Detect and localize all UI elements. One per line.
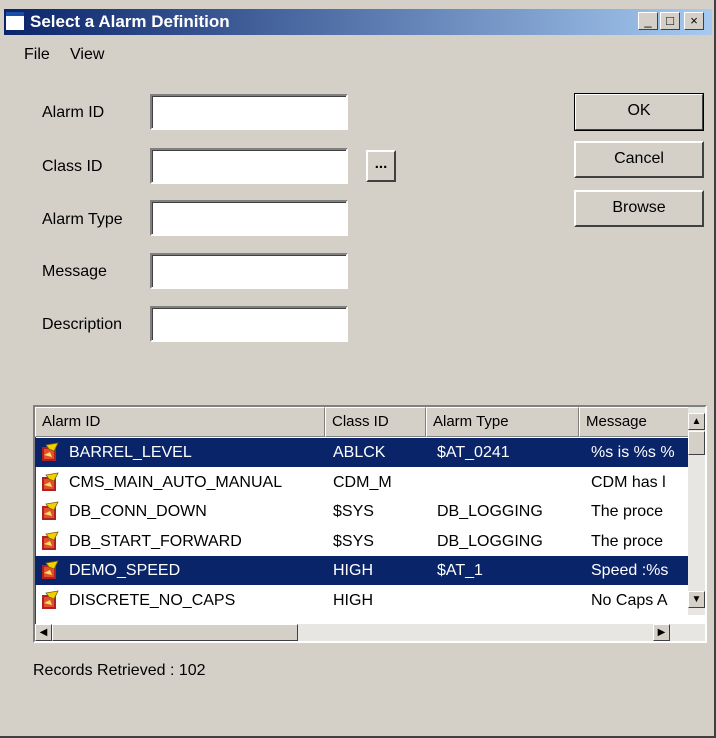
list-header: Alarm ID Class ID Alarm Type Message	[35, 407, 695, 437]
message-label: Message	[42, 263, 107, 280]
title-bar[interactable]: Select a Alarm Definition _ □ ×	[4, 9, 712, 35]
records-status: Records Retrieved : 102	[33, 662, 206, 679]
horizontal-scrollbar[interactable]: ◀ ▶	[35, 624, 705, 641]
alarm-definition-icon	[42, 471, 59, 491]
window-icon	[6, 12, 24, 30]
message-input[interactable]	[150, 253, 348, 289]
table-row[interactable]: DB_CONN_DOWN $SYS DB_LOGGING The proce	[35, 497, 690, 526]
cell-message: The proce	[591, 503, 664, 520]
vertical-scroll-thumb[interactable]	[688, 431, 705, 455]
cell-class-id: HIGH	[333, 591, 373, 609]
scroll-right-arrow-icon[interactable]: ▶	[653, 624, 670, 641]
alarm-type-input[interactable]	[150, 200, 348, 236]
cell-alarm-id: DB_START_FORWARD	[69, 532, 242, 550]
table-row[interactable]: BARREL_LEVEL ABLCK $AT_0241 %s is %s %	[35, 438, 690, 467]
cell-alarm-type: DB_LOGGING	[437, 532, 543, 550]
cell-message: CDM has l	[591, 473, 666, 491]
cell-alarm-type	[437, 586, 585, 615]
column-header-alarm-type[interactable]: Alarm Type	[426, 407, 579, 437]
cell-alarm-type: $AT_1	[437, 562, 483, 579]
menu-view[interactable]: View	[70, 46, 104, 64]
cell-alarm-type: $AT_0241	[437, 444, 510, 461]
browse-button[interactable]: Browse	[574, 190, 704, 227]
table-row[interactable]: DEMO_SPEED HIGH $AT_1 Speed :%s	[35, 556, 690, 585]
alarm-definition-icon	[42, 530, 59, 550]
cell-alarm-type	[437, 468, 585, 497]
column-header-class-id[interactable]: Class ID	[325, 407, 426, 437]
cancel-button[interactable]: Cancel	[574, 141, 704, 178]
alarm-definition-icon	[42, 589, 59, 609]
column-header-alarm-id[interactable]: Alarm ID	[35, 407, 325, 437]
scroll-left-arrow-icon[interactable]: ◀	[35, 624, 52, 641]
alarm-id-input[interactable]	[150, 94, 348, 130]
cell-message: No Caps A	[591, 591, 668, 609]
cell-class-id: ABLCK	[333, 444, 386, 461]
cell-class-id: HIGH	[333, 562, 373, 579]
ok-button[interactable]: OK	[574, 93, 704, 131]
cell-alarm-id: DISCRETE_NO_CAPS	[69, 591, 236, 609]
table-row[interactable]: CMS_MAIN_AUTO_MANUAL CDM_M CDM has l	[35, 468, 690, 497]
horizontal-scroll-thumb[interactable]	[52, 624, 298, 641]
vertical-scrollbar[interactable]: ▲ ▼	[688, 407, 705, 615]
alarm-definition-icon	[42, 501, 59, 520]
cell-class-id: $SYS	[333, 503, 374, 520]
table-row[interactable]: DB_START_FORWARD $SYS DB_LOGGING The proce	[35, 527, 690, 556]
table-row[interactable]: DISCRETE_NO_CAPS HIGH No Caps A	[35, 586, 690, 615]
column-header-message[interactable]: Message	[579, 407, 695, 437]
class-id-label: Class ID	[42, 158, 103, 175]
cell-message: %s is %s %	[591, 444, 675, 461]
close-button[interactable]: ×	[684, 12, 704, 30]
cell-message: Speed :%s	[591, 562, 669, 579]
alarm-list[interactable]: Alarm ID Class ID Alarm Type Message BAR…	[33, 405, 707, 643]
cell-alarm-id: BARREL_LEVEL	[69, 444, 192, 461]
scroll-up-arrow-icon[interactable]: ▲	[688, 413, 705, 430]
cell-alarm-id: CMS_MAIN_AUTO_MANUAL	[69, 473, 283, 491]
maximize-button[interactable]: □	[660, 12, 680, 30]
description-input[interactable]	[150, 306, 348, 342]
cell-class-id: CDM_M	[333, 473, 392, 491]
menu-bar: File View	[0, 44, 700, 68]
cell-alarm-id: DB_CONN_DOWN	[69, 503, 207, 520]
cell-alarm-id: DEMO_SPEED	[69, 562, 181, 579]
menu-file[interactable]: File	[24, 46, 50, 64]
cell-alarm-type: DB_LOGGING	[437, 503, 543, 520]
cell-message: The proce	[591, 532, 664, 550]
class-id-browse-button[interactable]: ...	[366, 150, 396, 182]
alarm-definition-icon	[42, 442, 59, 461]
alarm-id-label: Alarm ID	[42, 104, 105, 121]
cell-class-id: $SYS	[333, 532, 374, 550]
window-title: Select a Alarm Definition	[30, 12, 230, 31]
scroll-down-arrow-icon[interactable]: ▼	[688, 591, 705, 608]
alarm-type-label: Alarm Type	[42, 211, 123, 228]
class-id-input[interactable]	[150, 148, 348, 184]
minimize-button[interactable]: _	[638, 12, 658, 30]
description-label: Description	[42, 316, 123, 333]
alarm-definition-icon	[42, 560, 59, 579]
dialog-window: Select a Alarm Definition _ □ × File Vie…	[0, 0, 716, 738]
